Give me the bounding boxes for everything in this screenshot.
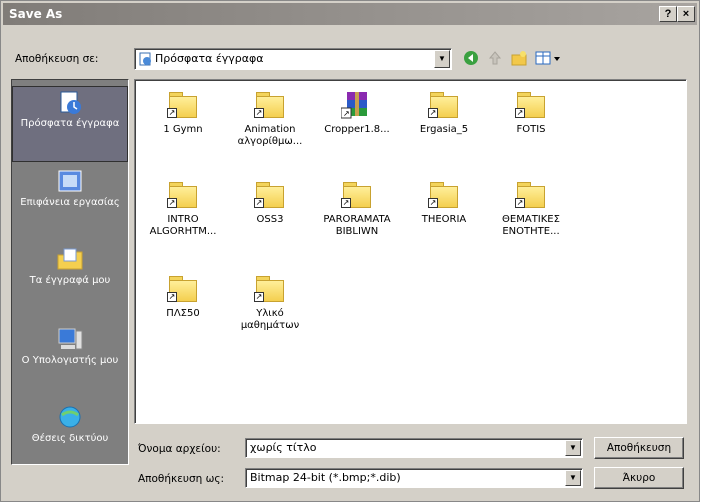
- save-as-type-value: Bitmap 24-bit (*.bmp;*.dib): [250, 471, 401, 484]
- filename-input[interactable]: χωρίς τίτλο ▼: [245, 438, 583, 458]
- my-computer-icon: [56, 327, 84, 353]
- place-label: Τα έγγραφά μου: [29, 275, 111, 286]
- list-item[interactable]: ↗ OSS3: [230, 180, 310, 226]
- place-my-documents[interactable]: Τα έγγραφά μου: [12, 244, 128, 314]
- list-item[interactable]: ↗ ΘΕΜΑΤΙΚΕΣ ΕΝΟΤΗΤΕ...: [491, 180, 571, 238]
- place-label: Επιφάνεια εργασίας: [20, 197, 120, 208]
- folder-shortcut-icon: ↗: [515, 180, 547, 210]
- folder-shortcut-icon: ↗: [428, 180, 460, 210]
- cancel-button[interactable]: Άκυρο: [594, 467, 684, 489]
- save-as-type-select[interactable]: Bitmap 24-bit (*.bmp;*.dib) ▼: [245, 468, 583, 488]
- file-name: ΘΕΜΑΤΙΚΕΣ ΕΝΟΤΗΤΕ...: [502, 214, 560, 237]
- place-label: Ο Υπολογιστής μου: [21, 355, 119, 366]
- save-button[interactable]: Αποθήκευση: [594, 437, 684, 459]
- folder-shortcut-icon: ↗: [254, 274, 286, 304]
- save-as-type-label: Αποθήκευση ως:: [138, 473, 225, 485]
- file-name: Animation αλγορίθμω...: [237, 124, 303, 147]
- help-button[interactable]: ?: [659, 6, 677, 22]
- recent-documents-icon: [56, 90, 84, 116]
- folder-shortcut-icon: ↗: [428, 90, 460, 120]
- folder-shortcut-icon: ↗: [254, 180, 286, 210]
- file-list: ↗ 1 Gymn ↗ Animation αλγορίθμω... ↗ Crop…: [134, 79, 687, 424]
- views-icon[interactable]: [533, 49, 563, 69]
- save-as-dialog: Save As ? × Αποθήκευση σε: Πρόσφατα έγγρ…: [0, 0, 700, 502]
- file-name: Υλικό μαθημάτων: [240, 308, 300, 331]
- title-bar[interactable]: Save As ? ×: [3, 3, 697, 25]
- file-name: PARORAMATA BIBLIWN: [323, 214, 391, 237]
- folder-shortcut-icon: ↗: [167, 90, 199, 120]
- list-item[interactable]: ↗ Cropper1.8...: [317, 90, 397, 136]
- place-label: Θέσεις δικτύου: [31, 433, 109, 444]
- folder-shortcut-icon: ↗: [167, 274, 199, 304]
- new-folder-icon[interactable]: [509, 49, 529, 69]
- place-label: Πρόσφατα έγγραφα: [20, 118, 120, 129]
- close-button[interactable]: ×: [677, 6, 695, 22]
- list-item[interactable]: ↗ INTRO ALGORHTM...: [143, 180, 223, 238]
- places-bar: Πρόσφατα έγγραφα Επιφάνεια εργασίας Τα έ…: [11, 79, 129, 465]
- up-folder-icon[interactable]: [485, 49, 505, 69]
- folder-shortcut-icon: ↗: [341, 180, 373, 210]
- place-network[interactable]: Θέσεις δικτύου: [12, 402, 128, 460]
- file-name: 1 Gymn: [163, 124, 203, 135]
- list-item[interactable]: ↗ FOTIS: [491, 90, 571, 136]
- chevron-down-icon[interactable]: ▼: [434, 50, 450, 68]
- chevron-down-icon[interactable]: ▼: [565, 440, 581, 456]
- file-name: FOTIS: [516, 124, 546, 135]
- file-name: Ergasia_5: [419, 124, 469, 135]
- filename-label: Όνομα αρχείου:: [138, 443, 221, 455]
- list-item[interactable]: ↗ THEORIA: [404, 180, 484, 226]
- save-in-combo[interactable]: Πρόσφατα έγγραφα ▼: [134, 48, 452, 70]
- save-in-label: Αποθήκευση σε:: [15, 53, 99, 65]
- folder-shortcut-icon: ↗: [167, 180, 199, 210]
- network-places-icon: [56, 405, 84, 431]
- filename-value: χωρίς τίτλο: [250, 441, 317, 454]
- list-item[interactable]: ↗ Animation αλγορίθμω...: [230, 90, 310, 148]
- my-documents-icon: [56, 247, 84, 273]
- svg-text:↗: ↗: [343, 109, 350, 118]
- file-name: INTRO ALGORHTM...: [149, 214, 217, 237]
- file-name: ΠΛΣ50: [166, 308, 200, 319]
- chevron-down-icon[interactable]: ▼: [565, 470, 581, 486]
- folder-shortcut-icon: ↗: [254, 90, 286, 120]
- list-item[interactable]: ↗ 1 Gymn: [143, 90, 223, 136]
- list-item[interactable]: ↗ Υλικό μαθημάτων: [230, 274, 310, 332]
- place-my-computer[interactable]: Ο Υπολογιστής μου: [12, 324, 128, 394]
- back-icon[interactable]: [461, 49, 481, 69]
- recent-documents-icon: [139, 52, 151, 66]
- file-name: THEORIA: [421, 214, 467, 225]
- place-recent-documents[interactable]: Πρόσφατα έγγραφα: [12, 86, 128, 162]
- file-name: Cropper1.8...: [324, 124, 390, 135]
- list-item[interactable]: ↗ ΠΛΣ50: [143, 274, 223, 320]
- folder-shortcut-icon: ↗: [515, 90, 547, 120]
- file-name: OSS3: [256, 214, 284, 225]
- place-desktop[interactable]: Επιφάνεια εργασίας: [12, 166, 128, 236]
- desktop-icon: [56, 169, 84, 195]
- save-in-value: Πρόσφατα έγγραφα: [155, 52, 264, 65]
- window-title: Save As: [9, 7, 63, 21]
- list-item[interactable]: ↗ Ergasia_5: [404, 90, 484, 136]
- winrar-archive-icon: ↗: [340, 90, 373, 120]
- list-item[interactable]: ↗ PARORAMATA BIBLIWN: [317, 180, 397, 238]
